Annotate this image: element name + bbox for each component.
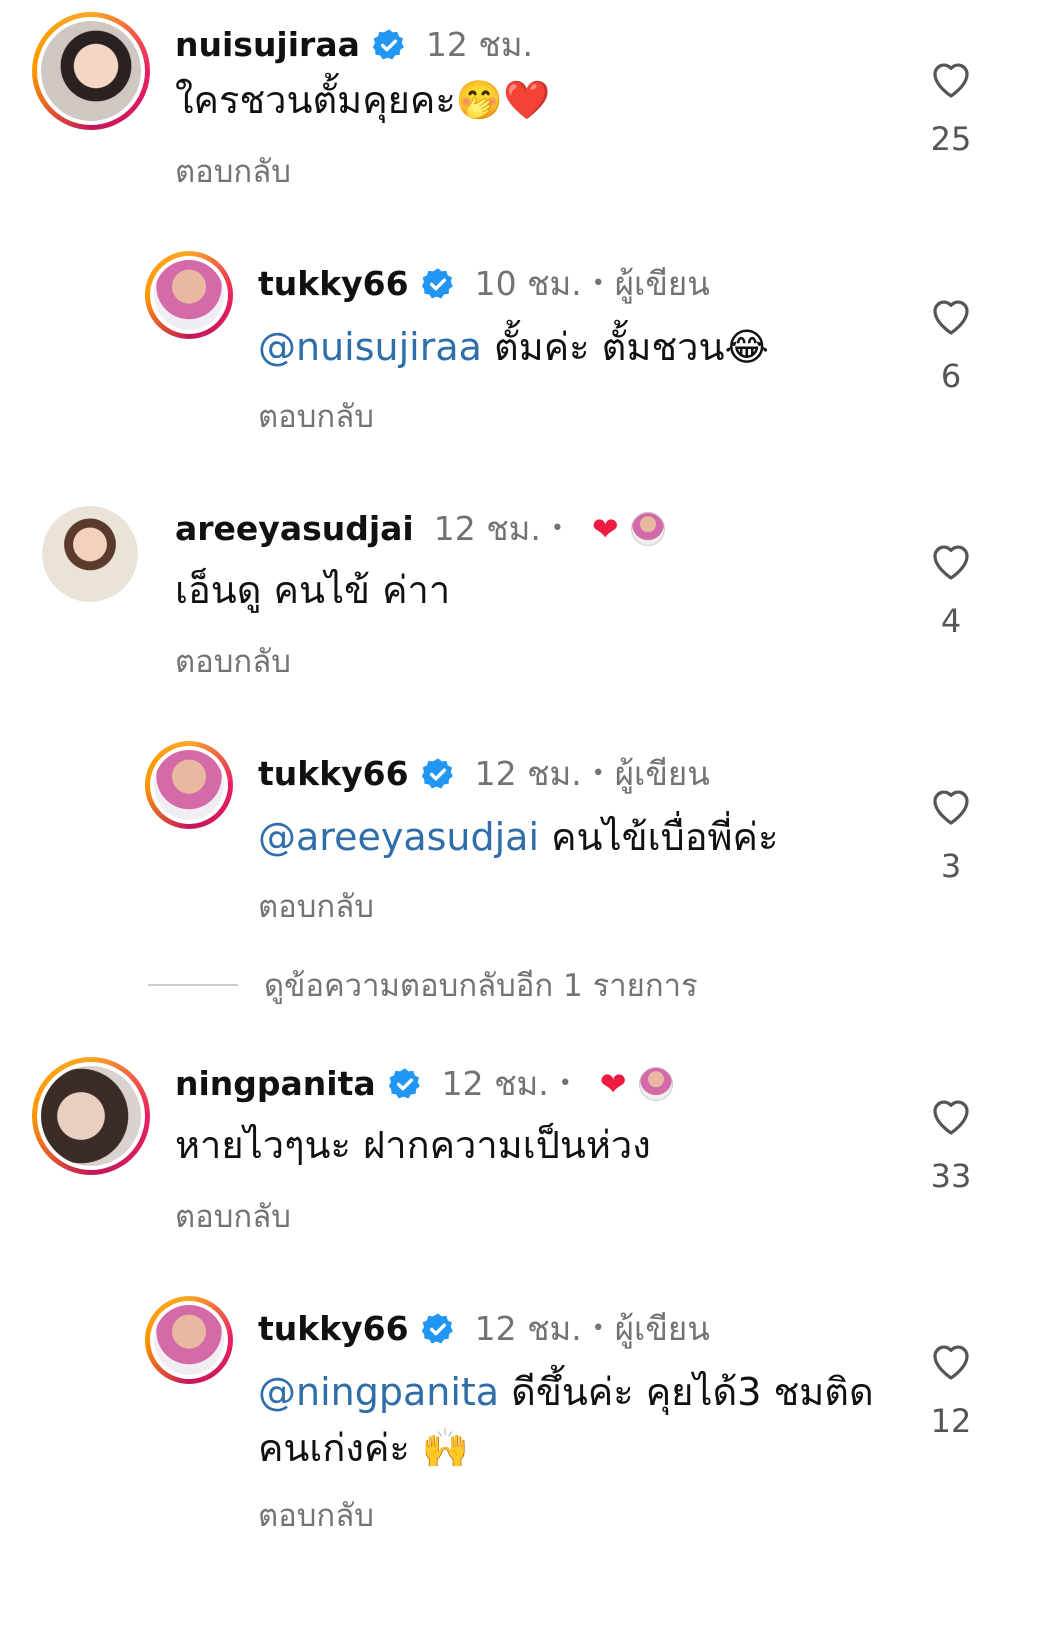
comment-header: tukky66 10 ชม. • ผู้เขียน: [258, 257, 710, 310]
mention-link[interactable]: @nuisujiraa: [258, 325, 482, 369]
username[interactable]: ningpanita: [175, 1064, 376, 1103]
heart-icon[interactable]: [927, 291, 975, 339]
reply-button[interactable]: ตอบกลับ: [258, 1490, 374, 1540]
creator-avatar-mini: [630, 511, 665, 546]
heart-icon[interactable]: [927, 54, 975, 102]
author-label: ผู้เขียน: [614, 754, 710, 793]
timestamp: 12 ชม.: [441, 1064, 549, 1103]
timestamp: 12 ชม.: [425, 25, 533, 64]
comment-text-content: คนไข้เบื่อพี่ค่ะ: [539, 815, 779, 859]
verified-badge-icon: [421, 267, 455, 301]
separator-dot: •: [591, 271, 605, 296]
separator-dot: •: [591, 761, 605, 786]
heart-icon[interactable]: [927, 781, 975, 829]
avatar[interactable]: [145, 251, 233, 339]
reply-button[interactable]: ตอบกลับ: [258, 391, 374, 441]
like-count: 4: [940, 602, 962, 640]
comment-header: ningpanita 12 ชม. • ❤: [175, 1057, 673, 1110]
author-label: ผู้เขียน: [614, 264, 710, 303]
heart-icon[interactable]: [927, 1336, 975, 1384]
timestamp: 12 ชม.: [433, 509, 541, 548]
verified-badge-icon: [421, 757, 455, 791]
like-count: 3: [940, 847, 962, 885]
heart-icon[interactable]: [927, 536, 975, 584]
verified-badge-icon: [388, 1067, 422, 1101]
comment-text-content: ตั้มค่ะ ตั้มชวน😂: [481, 325, 769, 369]
comment-header: tukky66 12 ชม. • ผู้เขียน: [258, 1302, 710, 1355]
verified-badge-icon: [372, 28, 406, 62]
like-control: 33: [911, 1091, 991, 1195]
username[interactable]: areeyasudjai: [175, 509, 414, 548]
comment-text: หายไวๆนะ ฝากความเป็นห่วง: [175, 1117, 651, 1173]
separator-dot: •: [558, 1071, 572, 1096]
liked-by-creator-heart-icon: ❤: [591, 509, 619, 548]
avatar[interactable]: [145, 741, 233, 829]
comment-text-content: ใครชวนตั้มคุยคะ🤭❤️: [175, 78, 551, 122]
avatar[interactable]: [42, 506, 138, 602]
comment-text-content: เอ็นดู คนไข้ ค่าา: [175, 568, 451, 612]
like-control: 3: [911, 781, 991, 885]
avatar[interactable]: [145, 1296, 233, 1384]
comment-header: tukky66 12 ชม. • ผู้เขียน: [258, 747, 710, 800]
username[interactable]: nuisujiraa: [175, 25, 360, 64]
comment-header: nuisujiraa 12 ชม.: [175, 18, 533, 71]
reply-button[interactable]: ตอบกลับ: [258, 881, 374, 931]
liked-by-creator-heart-icon: ❤: [599, 1064, 627, 1103]
timestamp: 12 ชม.: [474, 1309, 582, 1348]
comment-text: @nuisujiraa ตั้มค่ะ ตั้มชวน😂: [258, 319, 769, 375]
username[interactable]: tukky66: [258, 1309, 409, 1348]
like-count: 25: [930, 120, 972, 158]
reply-button[interactable]: ตอบกลับ: [175, 1191, 291, 1241]
author-label: ผู้เขียน: [614, 1309, 710, 1348]
heart-icon[interactable]: [927, 1091, 975, 1139]
view-more-label: ดูข้อความตอบกลับอีก 1 รายการ: [264, 968, 698, 1004]
timestamp: 10 ชม.: [474, 264, 582, 303]
mention-link[interactable]: @ningpanita: [258, 1370, 499, 1414]
like-count: 33: [930, 1157, 972, 1195]
like-count: 12: [930, 1402, 972, 1440]
separator-dot: •: [550, 516, 564, 541]
like-count: 6: [940, 357, 962, 395]
reply-button[interactable]: ตอบกลับ: [175, 636, 291, 686]
avatar[interactable]: [32, 12, 150, 130]
comment-text: เอ็นดู คนไข้ ค่าา: [175, 562, 450, 618]
view-more-replies-button[interactable]: ดูข้อความตอบกลับอีก 1 รายการ: [148, 960, 698, 1010]
creator-avatar-mini: [638, 1066, 673, 1101]
mention-link[interactable]: @areeyasudjai: [258, 815, 539, 859]
like-control: 25: [911, 54, 991, 158]
like-control: 12: [911, 1336, 991, 1440]
like-control: 6: [911, 291, 991, 395]
timestamp: 12 ชม.: [474, 754, 582, 793]
comment-text-content: หายไวๆนะ ฝากความเป็นห่วง: [175, 1123, 651, 1167]
username[interactable]: tukky66: [258, 264, 409, 303]
separator-dot: •: [591, 1316, 605, 1341]
username[interactable]: tukky66: [258, 754, 409, 793]
comment-text: @ningpanita ดีขึ้นค่ะ คุยได้3 ชมติด คนเก…: [258, 1364, 898, 1476]
divider-line: [148, 984, 238, 986]
comment-text-line-2: คนเก่งค่ะ 🙌: [258, 1426, 470, 1470]
comment-header: areeyasudjai 12 ชม. • ❤: [175, 502, 665, 555]
comment-text-content: ดีขึ้นค่ะ คุยได้3 ชมติด: [499, 1370, 874, 1414]
comment-text: @areeyasudjai คนไข้เบื่อพี่ค่ะ: [258, 809, 778, 865]
verified-badge-icon: [421, 1312, 455, 1346]
avatar[interactable]: [32, 1057, 150, 1175]
comment-text: ใครชวนตั้มคุยคะ🤭❤️: [175, 72, 550, 128]
reply-button[interactable]: ตอบกลับ: [175, 146, 291, 196]
like-control: 4: [911, 536, 991, 640]
comment-line: @ningpanita ดีขึ้นค่ะ คุยได้3 ชมติด: [258, 1364, 898, 1420]
